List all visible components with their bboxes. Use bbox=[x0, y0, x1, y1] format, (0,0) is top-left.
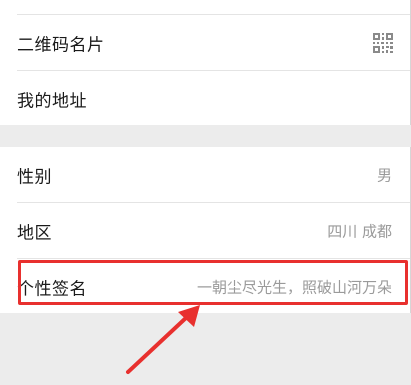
signature-value: 一朝尘尽光生，照破山河万朵 bbox=[196, 278, 392, 296]
qr-code-label: 二维码名片 bbox=[17, 35, 105, 55]
row-qr-code[interactable]: 二维码名片 bbox=[0, 15, 410, 70]
profile-settings-page: 二维码名片 我的地址 性别 男 地区 四川 成都 个性签名 一朝尘尽光生，照破山… bbox=[0, 0, 411, 385]
qr-code-icon bbox=[373, 32, 393, 53]
row-gender[interactable]: 性别 男 bbox=[0, 147, 410, 202]
profile-group-2: 性别 男 地区 四川 成都 个性签名 一朝尘尽光生，照破山河万朵 bbox=[0, 147, 411, 313]
region-value: 四川 成都 bbox=[327, 222, 392, 240]
profile-group-1: 二维码名片 我的地址 bbox=[0, 0, 411, 125]
row-region[interactable]: 地区 四川 成都 bbox=[0, 203, 410, 258]
gender-value: 男 bbox=[376, 166, 392, 184]
address-label: 我的地址 bbox=[17, 91, 87, 111]
gender-label: 性别 bbox=[17, 167, 52, 187]
signature-label: 个性签名 bbox=[17, 279, 87, 299]
annotation-arrow-icon bbox=[126, 305, 200, 374]
row-my-address[interactable]: 我的地址 bbox=[0, 71, 410, 126]
region-label: 地区 bbox=[17, 223, 52, 243]
